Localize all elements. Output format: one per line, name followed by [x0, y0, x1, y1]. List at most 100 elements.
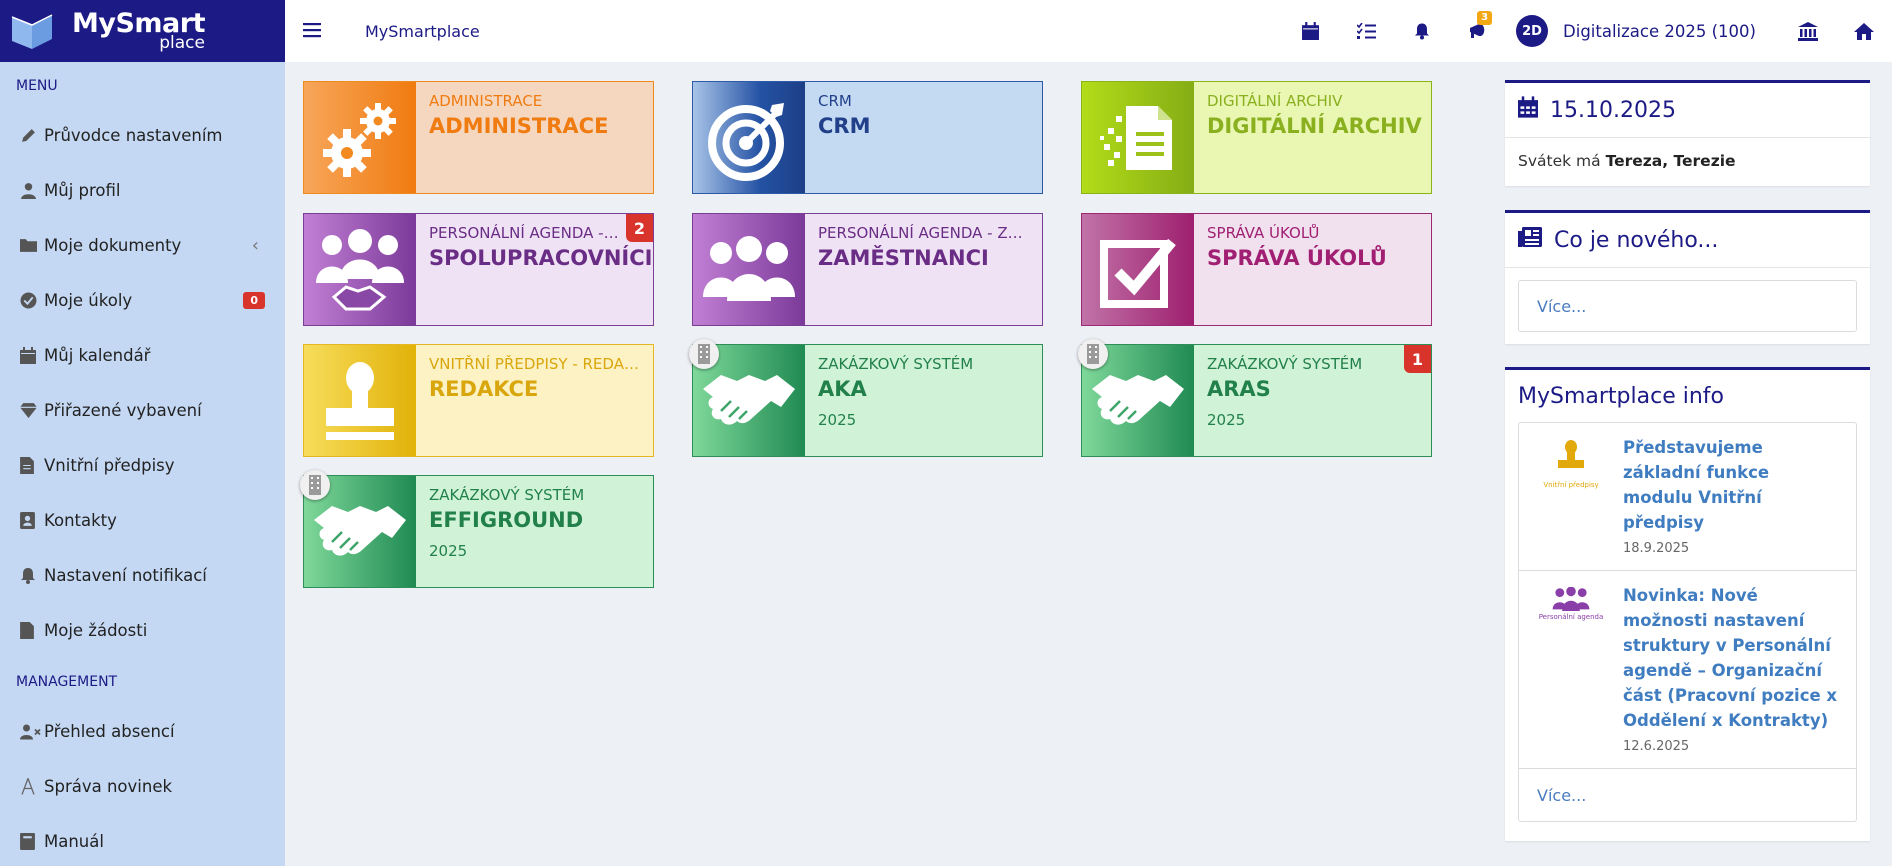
- logo-book-icon: [10, 9, 54, 53]
- tile-collaborators[interactable]: PERSONÁLNÍ AGENDA - SPOLUPRACOVNÍCI SPOL…: [303, 213, 654, 326]
- home-icon[interactable]: [1836, 0, 1892, 62]
- news-panel-title: Co je nového...: [1554, 227, 1719, 253]
- tile-count-badge: 2: [626, 214, 653, 242]
- tile-body: ZAKÁZKOVÝ SYSTÉM EFFIGROUND 2025: [416, 476, 653, 587]
- tile-crm[interactable]: CRM CRM: [692, 81, 1043, 194]
- info-item-text: Představujeme základní funkce modulu Vni…: [1623, 435, 1856, 556]
- tile-digital-archive[interactable]: DIGITÁLNÍ ARCHIV DIGITÁLNÍ ARCHIV: [1081, 81, 1432, 194]
- sidebar-item-manual[interactable]: Manuál: [0, 814, 285, 866]
- tile-effiground[interactable]: ZAKÁZKOVÝ SYSTÉM EFFIGROUND 2025: [300, 470, 654, 588]
- building-icon: [1078, 339, 1108, 369]
- task-list-icon[interactable]: [1338, 0, 1394, 62]
- tile-aras[interactable]: ZAKÁZKOVÝ SYSTÉM ARAS 2025 1: [1078, 339, 1432, 457]
- tile-subtitle: SPRÁVA ÚKOLŮ: [1207, 224, 1320, 242]
- list-item[interactable]: Vnitřní předpisy Představujeme základní …: [1519, 423, 1856, 571]
- tile-body: DIGITÁLNÍ ARCHIV DIGITÁLNÍ ARCHIV: [1194, 82, 1431, 193]
- thumb-caption: Personální agenda: [1538, 613, 1604, 621]
- target-icon: [693, 82, 805, 193]
- sidebar-item-absences[interactable]: Přehled absencí: [0, 704, 285, 759]
- sidebar-item-notifications[interactable]: Nastavení notifikací: [0, 548, 285, 603]
- tile-task-management[interactable]: SPRÁVA ÚKOLŮ SPRÁVA ÚKOLŮ: [1081, 213, 1432, 326]
- building-icon: [300, 470, 330, 500]
- stamp-icon: [304, 345, 416, 456]
- tile-aka[interactable]: ZAKÁZKOVÝ SYSTÉM AKA 2025: [689, 339, 1043, 457]
- checkbox-icon: [1082, 214, 1194, 325]
- contact-card-icon: [20, 512, 44, 529]
- hamburger-menu-icon[interactable]: [303, 19, 327, 43]
- digital-document-icon: [1082, 82, 1194, 193]
- user-name[interactable]: Digitalizace 2025 (100): [1563, 22, 1756, 41]
- management-section-title: MANAGEMENT: [16, 674, 118, 690]
- tile-title: SPRÁVA ÚKOLŮ: [1207, 246, 1387, 270]
- bell-icon[interactable]: [1394, 0, 1450, 62]
- tile-body: ADMINISTRACE ADMINISTRACE: [416, 82, 653, 193]
- brand-link[interactable]: MySmartplace: [365, 22, 480, 41]
- logo[interactable]: MySmart place: [0, 0, 285, 62]
- sidebar-item-label: Moje dokumenty: [44, 236, 182, 255]
- sidebar-item-label: Moje úkoly: [44, 291, 133, 310]
- sidebar-item-setup-guide[interactable]: Průvodce nastavením: [0, 108, 285, 163]
- topbar: MySmartplace 3 2D Digitalizace 2025 (100…: [285, 0, 1892, 62]
- tile-subtitle: DIGITÁLNÍ ARCHIV: [1207, 92, 1343, 110]
- news-more-link[interactable]: Více...: [1518, 280, 1857, 332]
- info-more-link[interactable]: Více...: [1519, 769, 1856, 821]
- tile-body: ZAKÁZKOVÝ SYSTÉM ARAS 2025: [1194, 345, 1431, 456]
- tile-redakce[interactable]: VNITŘNÍ PŘEDPISY - REDAKCE REDAKCE: [303, 344, 654, 457]
- name-day-names: Tereza, Terezie: [1605, 152, 1736, 170]
- sidebar-item-label: Průvodce nastavením: [44, 126, 223, 145]
- user-x-icon: [20, 723, 44, 740]
- sidebar-item-tasks[interactable]: Moje úkoly 0: [0, 273, 285, 328]
- name-day: Svátek má Tereza, Terezie: [1505, 138, 1870, 184]
- date-panel-header: 15.10.2025: [1505, 83, 1870, 138]
- tile-title: REDAKCE: [429, 377, 539, 401]
- tile-body: CRM CRM: [805, 82, 1042, 193]
- sidebar-item-equipment[interactable]: Přiřazené vybavení: [0, 383, 285, 438]
- group-icon: [693, 214, 805, 325]
- tile-subtitle: ADMINISTRACE: [429, 92, 543, 110]
- tile-employees[interactable]: PERSONÁLNÍ AGENDA - ZAMĚSTNANCI ZAMĚSTNA…: [692, 213, 1043, 326]
- book-icon: [20, 833, 44, 850]
- tile-title: CRM: [818, 114, 871, 138]
- sidebar-item-contacts[interactable]: Kontakty: [0, 493, 285, 548]
- font-icon: [20, 778, 44, 795]
- name-day-prefix: Svátek má: [1518, 152, 1601, 170]
- calendar-icon[interactable]: [1282, 0, 1338, 62]
- sidebar-item-requests[interactable]: Moje žádosti: [0, 603, 285, 658]
- tile-administrace[interactable]: ADMINISTRACE ADMINISTRACE: [303, 81, 654, 194]
- sidebar-item-news-management[interactable]: Správa novinek: [0, 759, 285, 814]
- calendar-icon: [20, 347, 44, 364]
- tile-body: PERSONÁLNÍ AGENDA - SPOLUPRACOVNÍCI SPOL…: [416, 214, 653, 325]
- tile-subtitle: PERSONÁLNÍ AGENDA - SPOLUPRACOVNÍCI: [429, 224, 641, 242]
- info-item-title[interactable]: Novinka: Nové možnosti nastavení struktu…: [1623, 583, 1842, 733]
- logo-text: MySmart place: [72, 10, 206, 52]
- regulations-stamp-icon: Vnitřní předpisy: [1519, 435, 1623, 556]
- avatar[interactable]: 2D: [1516, 15, 1549, 47]
- sidebar-item-calendar[interactable]: Můj kalendář: [0, 328, 285, 383]
- tile-title: SPOLUPRACOVNÍCI: [429, 246, 653, 270]
- announcement-icon[interactable]: 3: [1450, 0, 1506, 62]
- document-icon: [20, 622, 44, 639]
- sidebar: MySmart place MENU Průvodce nastavením M…: [0, 0, 285, 866]
- tile-body: SPRÁVA ÚKOLŮ SPRÁVA ÚKOLŮ: [1194, 214, 1431, 325]
- tile-subtitle: CRM: [818, 92, 852, 110]
- date-panel: 15.10.2025 Svátek má Tereza, Terezie: [1505, 80, 1870, 186]
- sidebar-item-documents[interactable]: Moje dokumenty ‹: [0, 218, 285, 273]
- tasks-count-badge: 0: [243, 292, 265, 309]
- tile-subtitle: ZAKÁZKOVÝ SYSTÉM: [429, 486, 585, 504]
- tile-title: ADMINISTRACE: [429, 114, 609, 138]
- sidebar-item-regulations[interactable]: Vnitřní předpisy: [0, 438, 285, 493]
- tile-count-badge: 1: [1404, 345, 1431, 373]
- sidebar-item-profile[interactable]: Můj profil: [0, 163, 285, 218]
- sidebar-item-label: Vnitřní předpisy: [44, 456, 175, 475]
- info-item-date: 12.6.2025: [1623, 739, 1690, 754]
- tile-body: VNITŘNÍ PŘEDPISY - REDAKCE REDAKCE: [416, 345, 653, 456]
- tile-subtitle: VNITŘNÍ PŘEDPISY - REDAKCE: [429, 355, 641, 373]
- info-panel: MySmartplace info Vnitřní předpisy Předs…: [1505, 367, 1870, 841]
- list-item[interactable]: Personální agenda Novinka: Nové možnosti…: [1519, 571, 1856, 769]
- tile-title: ARAS: [1207, 377, 1271, 401]
- info-item-title[interactable]: Představujeme základní funkce modulu Vni…: [1623, 435, 1842, 535]
- bank-icon[interactable]: [1780, 0, 1836, 62]
- gears-icon: [304, 82, 416, 193]
- sidebar-item-label: Kontakty: [44, 511, 117, 530]
- chevron-left-icon[interactable]: ‹: [252, 235, 259, 256]
